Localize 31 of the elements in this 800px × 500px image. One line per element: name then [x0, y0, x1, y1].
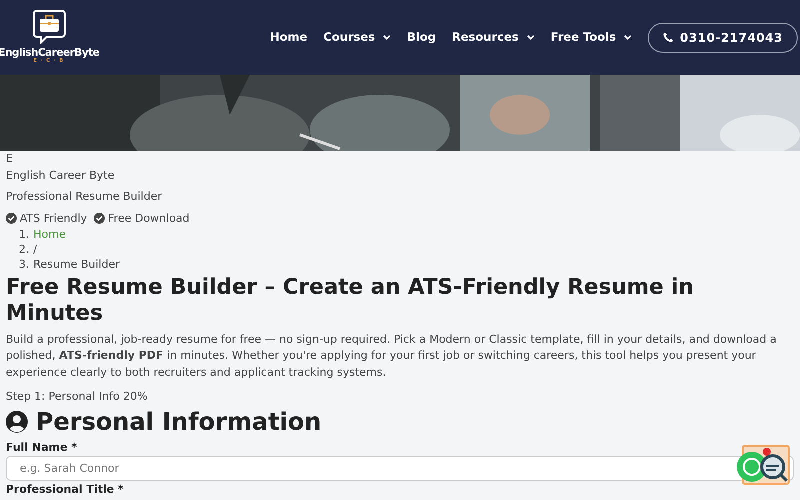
check-circle-icon: [94, 213, 106, 224]
feature-label: ATS Friendly: [20, 210, 88, 226]
section-heading: Personal Information: [36, 410, 322, 435]
feature-label: Free Download: [108, 210, 190, 226]
nav-link[interactable]: Blog: [407, 28, 436, 46]
brand-letter: E: [6, 151, 14, 167]
phone-button[interactable]: 0310-2174043: [648, 22, 798, 52]
step-progress-text: Step 1: Personal Info 20%: [6, 389, 149, 406]
chevron-down-icon: [526, 34, 535, 40]
chevron-down-icon: [383, 34, 392, 40]
brand-name: English Career Byte: [6, 168, 116, 184]
user-circle-icon: [6, 411, 28, 434]
list-number: 3.: [19, 258, 30, 271]
page-title: Free Resume Builder – Create an ATS-Friendly Resume in Minutes: [6, 275, 695, 327]
nav-link[interactable]: Free Tools: [550, 28, 632, 46]
chevron-down-icon: [624, 34, 632, 40]
field-label: Full Name *: [6, 440, 78, 454]
nav-link[interactable]: Courses: [324, 28, 392, 46]
nav-link[interactable]: Home: [270, 28, 308, 46]
tagline: Professional Resume Builder: [6, 189, 164, 205]
check-circle-icon: [6, 213, 17, 224]
input-field[interactable]: e.g. Sarah Connor: [6, 456, 794, 481]
briefcase-chat-logo-icon: [32, 10, 66, 44]
breadcrumb-item: Resume Builder: [34, 258, 120, 271]
phone-icon: [663, 32, 674, 43]
list-number: 2.: [19, 243, 30, 256]
nav-link[interactable]: Resources: [452, 28, 535, 46]
intro-paragraph: Build a professional, job-ready resume for free — no sign-up required. Pick a Modern or Classic template, fill in your details, and download a polished, ATS-friendly PDF in minutes. Whether you're applying for your first job or switching careers, this tool helps you present your experience clearly to both recruiters and applicant tracking systems.: [6, 332, 778, 381]
field-label: Professional Title *: [6, 482, 124, 496]
breadcrumb-item: /: [34, 243, 38, 256]
list-number: 1.: [19, 228, 30, 241]
